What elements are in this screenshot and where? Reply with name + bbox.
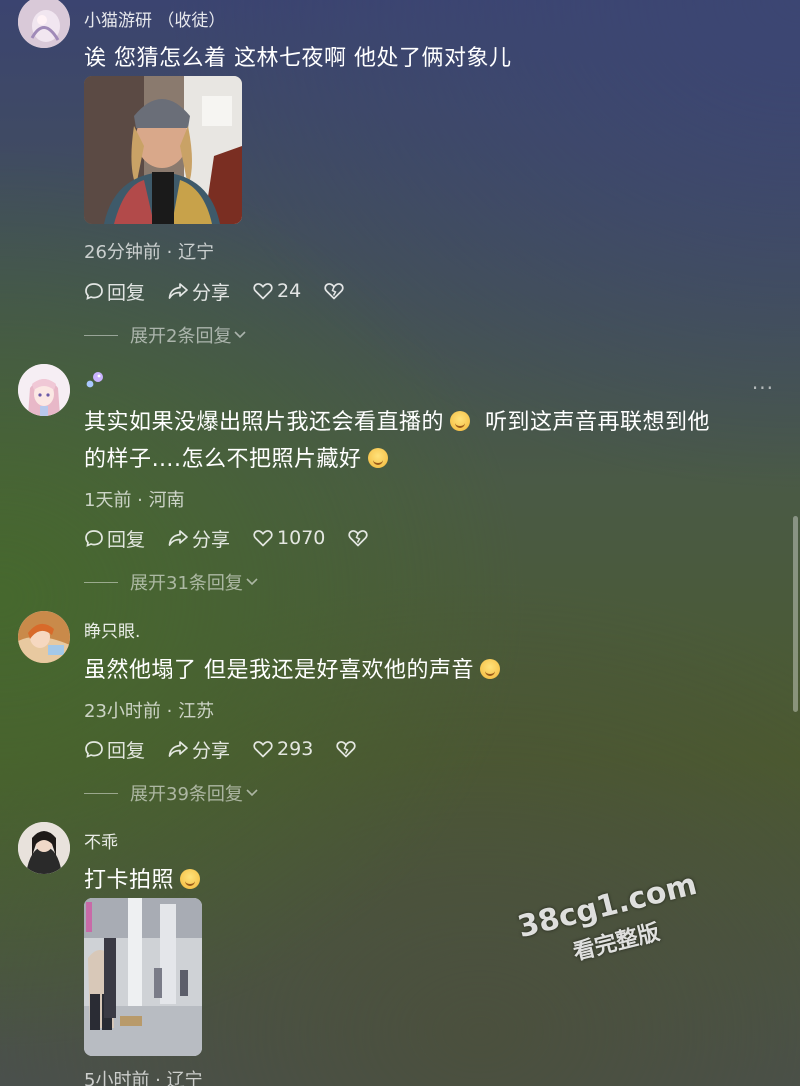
like-count: 293 [277,738,314,760]
expand-replies-label: 展开2条回复 [130,326,232,347]
share-label: 分享 [192,528,231,551]
username[interactable]: 不乖 [84,828,118,853]
username[interactable]: 睁只眼. [84,617,140,642]
more-options-button[interactable]: ··· [752,376,774,400]
bubbles-icon [86,372,103,388]
like-button[interactable]: 24 [252,280,301,302]
comment-actions: 回复 分享 293 [84,736,382,762]
comment-text-body: 打卡拍照 [84,868,175,893]
user-avatar[interactable] [18,822,70,874]
comment-meta: 26分钟前 · 辽宁 [84,242,215,263]
reply-button[interactable]: 回复 [84,525,145,552]
share-button[interactable]: 分享 [167,736,230,763]
share-label: 分享 [192,739,231,762]
comment-text-line1b: 听到这声音再联想到他 [485,410,711,435]
like-count: 1070 [277,527,326,549]
emoji-icon [367,448,388,468]
like-button[interactable]: 1070 [252,527,325,549]
divider [84,792,118,794]
comment-meta: 1天前 · 河南 [84,490,185,511]
username[interactable]: 小猫游研 （收徒） [84,6,225,31]
comment-text-line1: 其实如果没爆出照片我还会看直播的 [84,410,445,435]
emoji-icon [450,411,471,431]
comment-bubble-icon [85,283,103,300]
reply-button[interactable]: 回复 [84,736,145,763]
comment-text: 诶 您猜怎么着 这林七夜啊 他处了俩对象儿 [84,46,512,71]
expand-replies-button[interactable]: 展开39条回复 [84,780,259,806]
broken-heart-icon [336,741,356,758]
comment-actions: 回复 分享 24 [84,278,370,304]
user-avatar[interactable] [18,0,70,48]
dislike-button[interactable] [347,528,372,548]
heart-icon [253,530,273,547]
comment-text: 虽然他塌了 但是我还是好喜欢他的声音 [84,652,774,689]
share-label: 分享 [192,281,231,304]
comment-text: 其实如果没爆出照片我还会看直播的 听到这声音再联想到他 的样子….怎么不把照片藏… [84,404,774,478]
comment-bubble-icon [85,741,103,758]
broken-heart-icon [348,530,369,547]
expand-replies-label: 展开31条回复 [130,573,243,594]
share-arrow-icon [168,283,188,299]
user-avatar[interactable] [18,611,70,663]
share-arrow-icon [168,741,188,757]
scrollbar[interactable] [793,516,798,712]
expand-replies-button[interactable]: 展开31条回复 [84,569,259,595]
broken-heart-icon [324,283,344,300]
comment-actions: 回复 分享 1070 [84,525,394,551]
like-count: 24 [277,280,302,302]
expand-replies-label: 展开39条回复 [130,784,243,805]
heart-icon [253,741,273,758]
reply-label: 回复 [107,528,146,551]
user-avatar[interactable] [18,364,70,416]
reply-label: 回复 [107,739,146,762]
chevron-down-icon [246,789,258,797]
heart-icon [253,283,273,300]
dislike-button[interactable] [335,739,360,759]
share-button[interactable]: 分享 [167,278,230,305]
username-badge[interactable] [84,370,106,395]
share-arrow-icon [168,530,188,546]
comment-meta: 23小时前 · 江苏 [84,701,215,722]
share-button[interactable]: 分享 [167,525,230,552]
chevron-down-icon [246,578,258,586]
comment-text-body: 虽然他塌了 但是我还是好喜欢他的声音 [84,658,474,683]
reply-button[interactable]: 回复 [84,278,145,305]
chevron-down-icon [234,331,247,339]
like-button[interactable]: 293 [252,738,313,760]
divider [84,334,118,336]
expand-replies-button[interactable]: 展开2条回复 [84,322,247,348]
comment-meta: 5小时前 · 辽宁 [84,1070,203,1086]
comment-bubble-icon [85,530,103,547]
comment-photo[interactable] [84,76,242,224]
comment-text-line2: 的样子….怎么不把照片藏好 [84,447,362,472]
reply-label: 回复 [107,281,146,304]
emoji-icon [180,869,201,889]
emoji-icon [480,659,500,679]
divider [84,581,118,583]
comment-photo[interactable] [84,898,202,1056]
dislike-button[interactable] [323,281,348,301]
